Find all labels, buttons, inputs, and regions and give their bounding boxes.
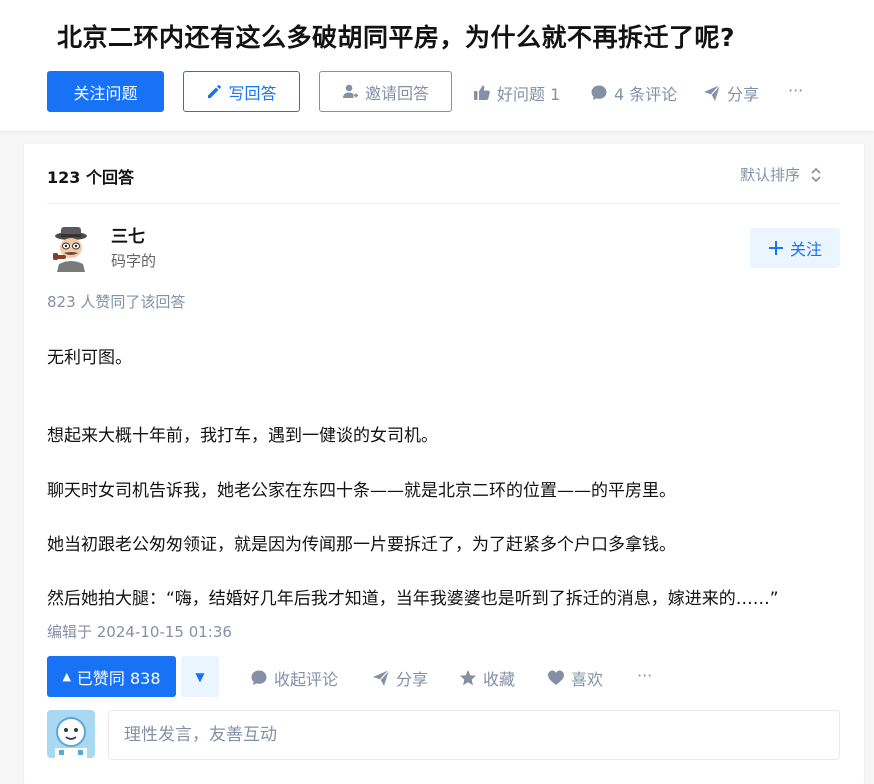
upvote-label: 已赞同 838 (76, 668, 161, 688)
author-name[interactable]: 三七 (111, 222, 145, 247)
comment-bubble-icon (591, 85, 607, 100)
person-add-icon (342, 84, 358, 98)
question-comments-button[interactable]: 4 条评论 (590, 81, 677, 105)
thumbs-up-icon (474, 85, 490, 100)
like-button[interactable]: 喜欢 (547, 666, 603, 690)
header-divider (47, 203, 840, 204)
vote-summary: 823 人赞同了该回答 (47, 293, 186, 311)
share-answer-label: 分享 (396, 670, 429, 689)
question-title: 北京二环内还有这么多破胡同平房，为什么就不再拆迁了呢? (57, 23, 736, 52)
share-answer-button[interactable]: 分享 (372, 666, 428, 690)
collapse-comments-button[interactable]: 收起评论 (250, 666, 338, 690)
pencil-icon (208, 84, 222, 98)
star-icon (460, 670, 476, 686)
favorite-label: 收藏 (483, 670, 516, 689)
author-bio: 码字的 (111, 252, 157, 270)
good-question-label: 好问题 1 (497, 85, 561, 104)
question-header: 北京二环内还有这么多破胡同平房，为什么就不再拆迁了呢? 关注问题 写回答 邀请回… (0, 0, 874, 131)
invite-answer-label: 邀请回答 (364, 83, 429, 103)
answer-paragraph: 想起来大概十年前，我打车，遇到一健谈的女司机。 (47, 426, 438, 446)
good-question-button[interactable]: 好问题 1 (473, 81, 560, 105)
paper-plane-icon (704, 84, 721, 101)
edit-timestamp[interactable]: 编辑于 2024-10-15 01:36 (47, 621, 232, 642)
answer-paragraph: 无利可图。 (47, 348, 132, 368)
current-user-avatar (47, 710, 95, 758)
more-options-button[interactable]: ··· (788, 81, 803, 100)
triangle-up-icon: ▲ (62, 670, 71, 683)
answer-paragraph: 她当初跟老公匆匆领证，就是因为传闻那一片要拆迁了，为了赶紧多个户口多拿钱。 (47, 535, 676, 555)
favorite-button[interactable]: 收藏 (459, 666, 515, 690)
comment-input[interactable] (108, 710, 840, 760)
follow-author-label: 关注 (789, 240, 822, 259)
answer-paragraph: 然后她拍大腿：“嗨，结婚好几年后我才知道，当年我婆婆也是听到了拆迁的消息，嫁进来… (47, 589, 779, 609)
up-down-chevron-icon (811, 167, 821, 182)
comment-bubble-icon (251, 670, 267, 685)
downvote-button[interactable]: ▼ (181, 656, 219, 697)
collapse-comments-label: 收起评论 (274, 670, 339, 689)
triangle-down-icon: ▼ (195, 669, 205, 684)
write-answer-label: 写回答 (228, 83, 277, 103)
invite-answer-button[interactable]: 邀请回答 (319, 71, 452, 112)
answer-more-button[interactable]: ··· (637, 666, 652, 685)
like-label: 喜欢 (571, 670, 604, 689)
answer-paragraph: 聊天时女司机告诉我，她老公家在东四十条——就是北京二环的位置——的平房里。 (47, 481, 676, 501)
follow-question-button[interactable]: 关注问题 (47, 71, 164, 112)
paper-plane-icon (373, 669, 390, 686)
author-avatar[interactable] (47, 224, 95, 272)
sort-label: 默认排序 (740, 166, 801, 184)
upvote-button[interactable]: ▲ 已赞同 838 (47, 656, 176, 697)
heart-icon (548, 670, 564, 685)
sort-selector[interactable]: 默认排序 (740, 164, 822, 185)
share-question-label: 分享 (727, 85, 760, 104)
question-comments-label: 4 条评论 (614, 85, 678, 104)
write-answer-button[interactable]: 写回答 (183, 71, 300, 112)
follow-author-button[interactable]: 关注 (750, 228, 840, 268)
plus-icon (768, 241, 783, 255)
share-question-button[interactable]: 分享 (703, 81, 759, 105)
answer-count: 123 个回答 (47, 168, 134, 187)
